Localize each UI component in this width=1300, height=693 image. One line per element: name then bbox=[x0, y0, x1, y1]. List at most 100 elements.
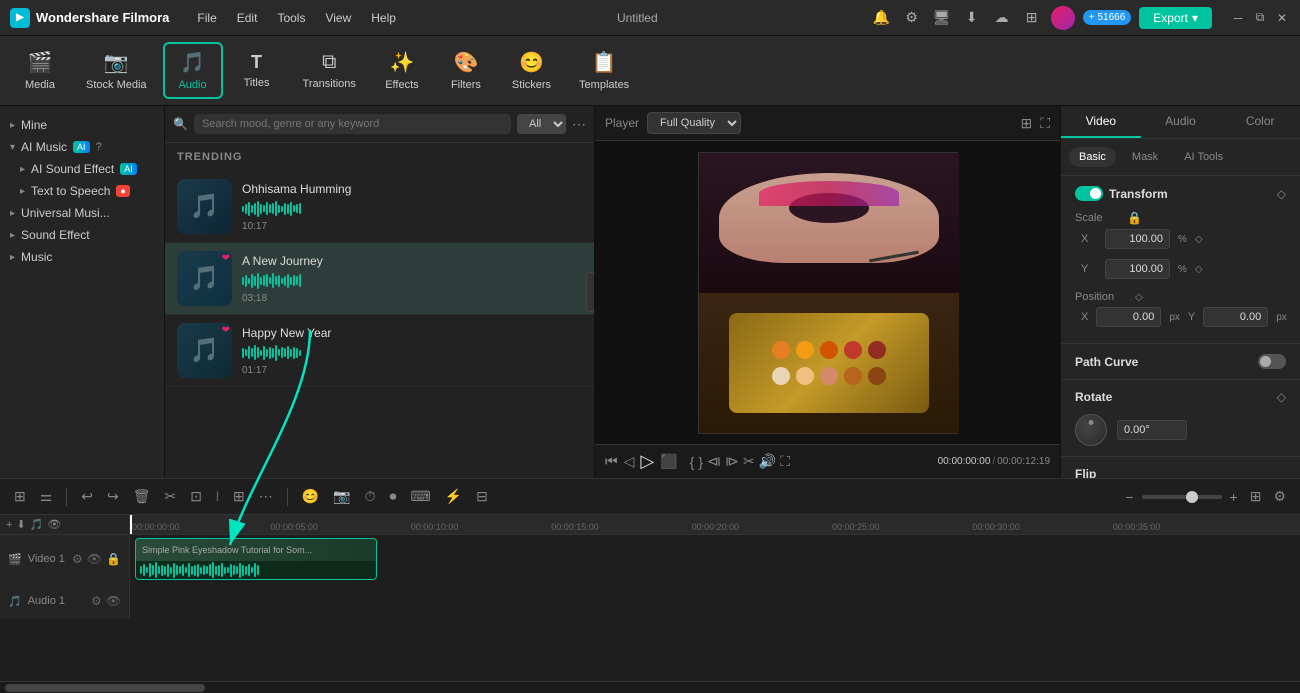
tab-audio[interactable]: Audio bbox=[1141, 106, 1221, 138]
scale-lock-icon[interactable]: 🔒 bbox=[1127, 211, 1142, 225]
prev-frame-icon[interactable]: ⧏ bbox=[707, 453, 721, 470]
maximize-button[interactable]: ⧉ bbox=[1252, 10, 1268, 26]
emoji-icon[interactable]: 😊 bbox=[298, 486, 323, 507]
timer-icon[interactable]: ⏱ bbox=[361, 486, 380, 507]
full-screen-icon[interactable]: ⛶ bbox=[1040, 115, 1050, 132]
position-y-input[interactable] bbox=[1203, 307, 1268, 327]
position-x-input[interactable] bbox=[1096, 307, 1161, 327]
sidebar-item-universal-music[interactable]: ▸ Universal Musi... bbox=[0, 202, 164, 224]
tool-effects[interactable]: ✨ Effects bbox=[372, 44, 432, 97]
apps-icon[interactable]: ⊞ bbox=[1021, 7, 1043, 29]
tool-templates[interactable]: 📋 Templates bbox=[567, 44, 641, 97]
search-filter[interactable]: All bbox=[517, 114, 566, 134]
rotate-knob[interactable] bbox=[1075, 414, 1107, 446]
settings-icon[interactable]: ⚙ bbox=[901, 7, 923, 29]
video-track-eye-icon[interactable]: 👁 bbox=[87, 552, 102, 566]
sidebar-item-ai-sound-effect[interactable]: ▸ AI Sound Effect AI bbox=[0, 158, 164, 180]
transform-tl-icon[interactable]: ⊞ bbox=[229, 486, 249, 507]
path-curve-toggle[interactable] bbox=[1258, 354, 1286, 369]
cut-icon[interactable]: ✂ bbox=[743, 453, 755, 470]
subtab-ai-tools[interactable]: AI Tools bbox=[1174, 147, 1233, 167]
stop-icon[interactable]: ⬛ bbox=[660, 453, 677, 470]
camera-icon[interactable]: 📷 bbox=[329, 486, 354, 507]
eye-ruler-icon[interactable]: 👁 bbox=[47, 518, 61, 531]
transform-keyframe-icon[interactable]: ◇ bbox=[1277, 187, 1286, 201]
minimize-button[interactable]: ─ bbox=[1230, 10, 1246, 26]
split-icon[interactable]: ⧘ bbox=[212, 486, 223, 507]
search-input[interactable] bbox=[194, 114, 511, 134]
volume-icon[interactable]: 🔊 bbox=[759, 453, 776, 470]
audio-track-eye-icon[interactable]: 👁 bbox=[106, 594, 121, 608]
sidebar-item-sound-effect[interactable]: ▸ Sound Effect bbox=[0, 224, 164, 246]
video-track-settings-icon[interactable]: ⚙ bbox=[72, 552, 83, 566]
quality-select[interactable]: Full Quality bbox=[647, 112, 741, 134]
video-clip[interactable]: Simple Pink Eyeshadow Tutorial for Som..… bbox=[135, 538, 377, 580]
tab-color[interactable]: Color bbox=[1220, 106, 1300, 138]
zoom-slider[interactable] bbox=[1142, 495, 1222, 499]
scale-y-input[interactable] bbox=[1105, 259, 1170, 279]
settings-tl-icon[interactable]: ⚙ bbox=[1269, 486, 1290, 507]
notification-icon[interactable]: 🔔 bbox=[871, 7, 893, 29]
tool-audio[interactable]: 🎵 Audio bbox=[163, 42, 223, 99]
menu-tools[interactable]: Tools bbox=[269, 9, 313, 27]
grid-tl-icon[interactable]: ⊞ bbox=[1246, 486, 1266, 507]
user-avatar[interactable] bbox=[1051, 6, 1075, 30]
export-button[interactable]: Export ▾ bbox=[1139, 7, 1212, 29]
audio-track-settings-icon[interactable]: ⚙ bbox=[91, 594, 102, 608]
mark-in-icon[interactable]: { bbox=[690, 454, 695, 470]
tool-stock-media[interactable]: 📷 Stock Media bbox=[74, 44, 159, 97]
audio-item-happy-new-year[interactable]: ❤ 🎵 Happy New Year 01:17 bbox=[165, 315, 594, 387]
redo-icon[interactable]: ↪ bbox=[103, 486, 123, 507]
crop-icon[interactable]: ⊡ bbox=[186, 486, 206, 507]
rotate-keyframe-icon[interactable]: ◇ bbox=[1277, 390, 1286, 404]
download-icon[interactable]: ⬇ bbox=[961, 7, 983, 29]
tool-titles[interactable]: T Titles bbox=[227, 46, 287, 95]
ai-cut-icon[interactable]: ⚡ bbox=[441, 486, 466, 507]
subtab-mask[interactable]: Mask bbox=[1122, 147, 1168, 167]
scale-y-keyframe[interactable]: ◇ bbox=[1195, 264, 1203, 275]
audio-item-ohhisama[interactable]: 🎵 Ohhisama Humming 10:17 bbox=[165, 171, 594, 243]
tool-media[interactable]: 🎬 Media bbox=[10, 44, 70, 97]
skip-back-icon[interactable]: ⏮ bbox=[605, 453, 618, 470]
zoom-out-icon[interactable]: − bbox=[1121, 487, 1137, 507]
play-back-icon[interactable]: ◁ bbox=[624, 453, 635, 470]
tool-transitions[interactable]: ⧉ Transitions bbox=[291, 45, 368, 96]
sidebar-item-text-to-speech[interactable]: ▸ Text to Speech ● bbox=[0, 180, 164, 202]
grid-view-icon[interactable]: ⊞ bbox=[1020, 115, 1032, 132]
video-track-lock-icon[interactable]: 🔒 bbox=[106, 552, 121, 566]
tool-stickers[interactable]: 😊 Stickers bbox=[500, 44, 563, 97]
sidebar-item-ai-music[interactable]: ▾ AI Music AI ? bbox=[0, 136, 164, 158]
position-keyframe[interactable]: ◇ bbox=[1135, 292, 1143, 303]
track-icon[interactable]: ⚌ bbox=[36, 486, 57, 507]
import-icon[interactable]: ⬇ bbox=[16, 518, 25, 531]
add-media-icon[interactable]: + bbox=[6, 519, 12, 531]
subtitle-icon[interactable]: ⌨ bbox=[406, 486, 434, 507]
ai-music-help-icon[interactable]: ? bbox=[96, 141, 102, 153]
tab-video[interactable]: Video bbox=[1061, 106, 1141, 138]
cut-clip-icon[interactable]: ✂ bbox=[161, 486, 181, 507]
close-button[interactable]: ✕ bbox=[1274, 10, 1290, 26]
search-more-icon[interactable]: ⋯ bbox=[572, 116, 586, 133]
monitor-icon[interactable]: 🖥 bbox=[931, 7, 953, 29]
menu-edit[interactable]: Edit bbox=[229, 9, 266, 27]
scene-icon[interactable]: ⊞ bbox=[10, 486, 30, 507]
menu-file[interactable]: File bbox=[189, 9, 224, 27]
next-frame-icon[interactable]: ⧐ bbox=[725, 453, 739, 470]
transform-toggle[interactable] bbox=[1075, 186, 1103, 201]
timeline-scrollbar[interactable] bbox=[0, 681, 1300, 693]
zoom-in-icon[interactable]: + bbox=[1226, 487, 1242, 507]
fullscreen-icon[interactable]: ⛶ bbox=[780, 453, 790, 470]
mark-out-icon[interactable]: } bbox=[698, 454, 703, 470]
play-icon[interactable]: ▷ bbox=[640, 451, 654, 472]
record-icon[interactable]: ⏺ bbox=[385, 486, 400, 507]
cloud-icon[interactable]: ☁ bbox=[991, 7, 1013, 29]
scale-x-input[interactable] bbox=[1105, 229, 1170, 249]
audio-item-new-journey[interactable]: ❤ 🎵 A New Journey 03:18 bbox=[165, 243, 594, 315]
tl-icon-extra1[interactable]: ⊟ bbox=[472, 486, 492, 507]
audio-add-icon[interactable]: 🎵 bbox=[30, 518, 44, 531]
subtab-basic[interactable]: Basic bbox=[1069, 147, 1116, 167]
sidebar-item-mine[interactable]: ▸ Mine bbox=[0, 114, 164, 136]
tool-filters[interactable]: 🎨 Filters bbox=[436, 44, 496, 97]
rotate-value-input[interactable] bbox=[1117, 420, 1187, 440]
collapse-panel-button[interactable]: ‹ bbox=[586, 272, 595, 312]
